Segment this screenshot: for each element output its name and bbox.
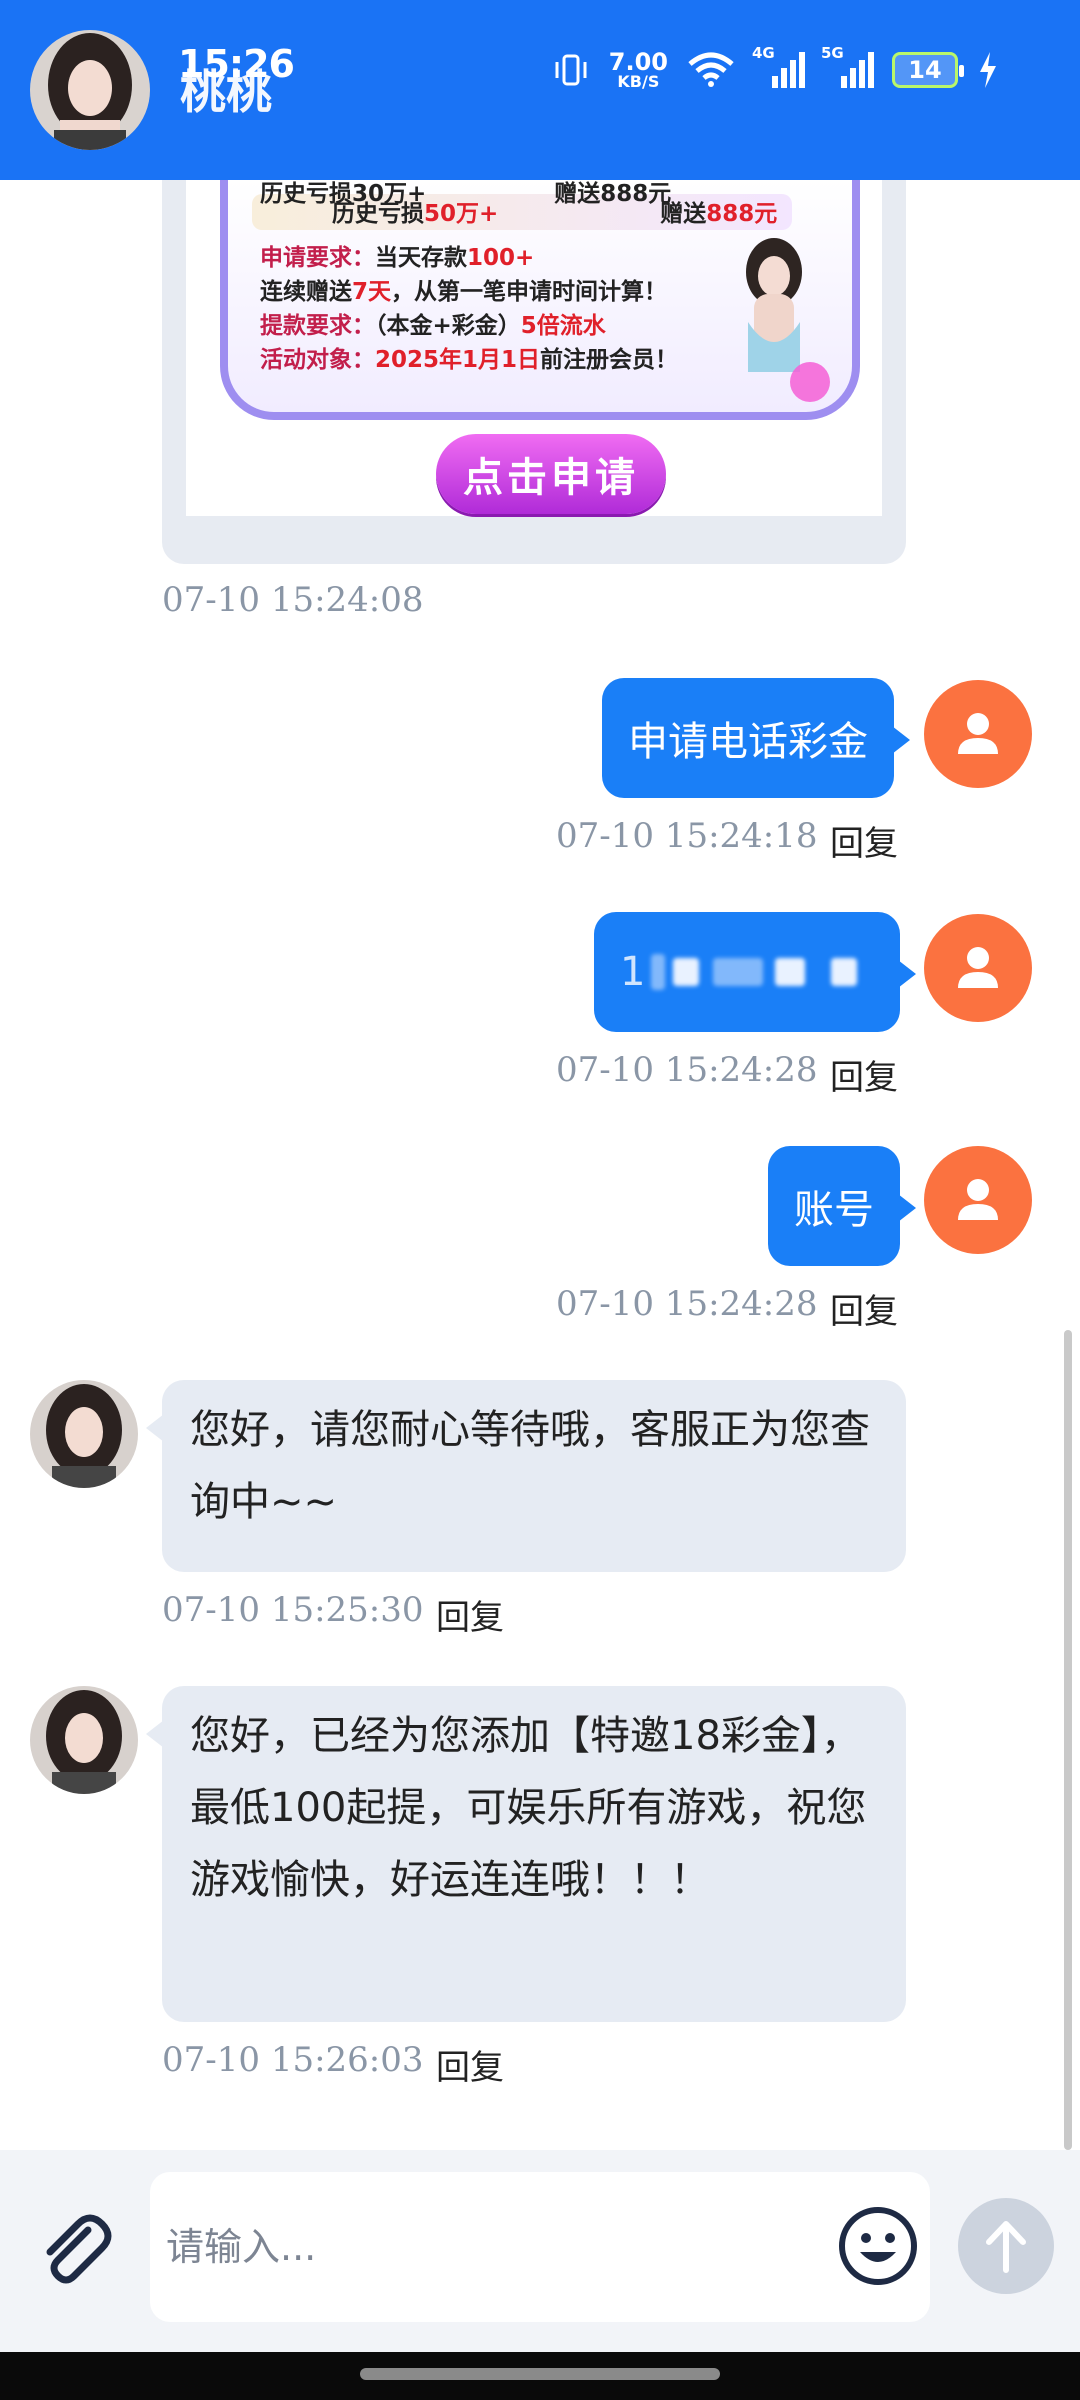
- message-text: 账号: [794, 1187, 874, 1233]
- contact-name: 桃桃: [180, 65, 272, 119]
- reply-link[interactable]: 回复: [830, 1284, 898, 1333]
- message-timestamp: 07-10 15:24:08: [162, 580, 424, 620]
- chat-messages[interactable]: 历史亏损30万+ 赠送888元 历史亏损50万+ 赠送888元 申请要求：当天存…: [0, 180, 1080, 2150]
- reply-link[interactable]: 回复: [436, 2040, 504, 2089]
- message-text: 您好，已经为您添加【特邀18彩金】，最低100起提，可娱乐所有游戏，祝您游戏愉快…: [190, 1713, 867, 1903]
- promo-row-5: 活动对象：2025年1月1日前注册会员！: [260, 347, 679, 373]
- their-message-bubble[interactable]: 您好，请您耐心等待哦，客服正为您查询中~~: [146, 1380, 906, 1572]
- my-message-bubble[interactable]: 账号: [768, 1146, 916, 1266]
- system-nav-bar: [0, 2352, 1080, 2400]
- promo-model-image: [746, 238, 830, 402]
- message-text: 申请电话彩金: [628, 719, 868, 765]
- promo-row-2: 申请要求：当天存款100+: [260, 245, 535, 271]
- agent-avatar[interactable]: [30, 1686, 138, 1794]
- charging-icon: [980, 52, 996, 88]
- chat-header: 15:26 桃桃 7.00 KB/S 4G 5G 14: [0, 0, 1080, 180]
- user-avatar[interactable]: [924, 680, 1032, 788]
- their-message-bubble[interactable]: 您好，已经为您添加【特邀18彩金】，最低100起提，可娱乐所有游戏，祝您游戏愉快…: [146, 1686, 906, 2022]
- contact-avatar[interactable]: [30, 30, 150, 150]
- signal-icon-4g: 4G: [752, 44, 805, 88]
- signal-icon-5g: 5G: [821, 44, 874, 88]
- reply-link[interactable]: 回复: [436, 1590, 504, 1639]
- wifi-icon: [688, 52, 734, 87]
- message-timestamp: 07-10 15:24:18: [556, 816, 818, 856]
- promo-card: 历史亏损30万+ 赠送888元 历史亏损50万+ 赠送888元 申请要求：当天存…: [220, 180, 860, 420]
- user-icon: [958, 947, 998, 988]
- send-arrow-icon: [986, 2221, 1026, 2273]
- user-icon: [958, 713, 998, 754]
- status-bar-icons: 7.00 KB/S 4G 5G 14: [551, 44, 1000, 94]
- reply-link[interactable]: 回复: [830, 816, 898, 865]
- user-avatar[interactable]: [924, 1146, 1032, 1254]
- user-icon: [958, 1179, 998, 1220]
- message-text: 您好，请您耐心等待哦，客服正为您查询中~~: [190, 1407, 870, 1525]
- battery-icon: 14: [892, 52, 964, 88]
- my-message-bubble[interactable]: 申请电话彩金: [602, 678, 910, 798]
- apply-button[interactable]: 点击申请: [436, 434, 666, 514]
- chat-scrollbar[interactable]: [1064, 1330, 1072, 2150]
- message-timestamp: 07-10 15:24:28: [556, 1050, 818, 1090]
- emoji-icon[interactable]: [834, 2202, 922, 2290]
- send-button[interactable]: [958, 2198, 1054, 2294]
- message-timestamp: 07-10 15:25:30: [162, 1590, 424, 1630]
- promo-row-4: 提款要求：（本金+彩金）5倍流水: [260, 313, 606, 339]
- promo-image[interactable]: 历史亏损30万+ 赠送888元 历史亏损50万+ 赠送888元 申请要求：当天存…: [186, 180, 882, 516]
- promo-message-bubble: 历史亏损30万+ 赠送888元 历史亏损50万+ 赠送888元 申请要求：当天存…: [162, 180, 906, 564]
- home-gesture-handle[interactable]: [360, 2368, 720, 2380]
- agent-avatar[interactable]: [30, 1380, 138, 1488]
- attach-icon[interactable]: [32, 2208, 116, 2292]
- vibrate-icon: [555, 54, 587, 86]
- message-timestamp: 07-10 15:26:03: [162, 2040, 424, 2080]
- reply-link[interactable]: 回复: [830, 1050, 898, 1099]
- promo-row-1: 历史亏损50万+ 赠送888元: [332, 201, 778, 227]
- my-message-bubble[interactable]: 1: [594, 912, 916, 1032]
- message-input-container: [150, 2172, 930, 2322]
- user-avatar[interactable]: [924, 914, 1032, 1022]
- promo-row-3: 连续赠送7天，从第一笔申请时间计算！: [260, 279, 668, 305]
- message-input[interactable]: [166, 2212, 806, 2282]
- message-input-bar: [0, 2150, 1080, 2352]
- net-speed: 7.00 KB/S: [608, 48, 668, 91]
- message-text: 1: [620, 949, 646, 995]
- message-timestamp: 07-10 15:24:28: [556, 1284, 818, 1324]
